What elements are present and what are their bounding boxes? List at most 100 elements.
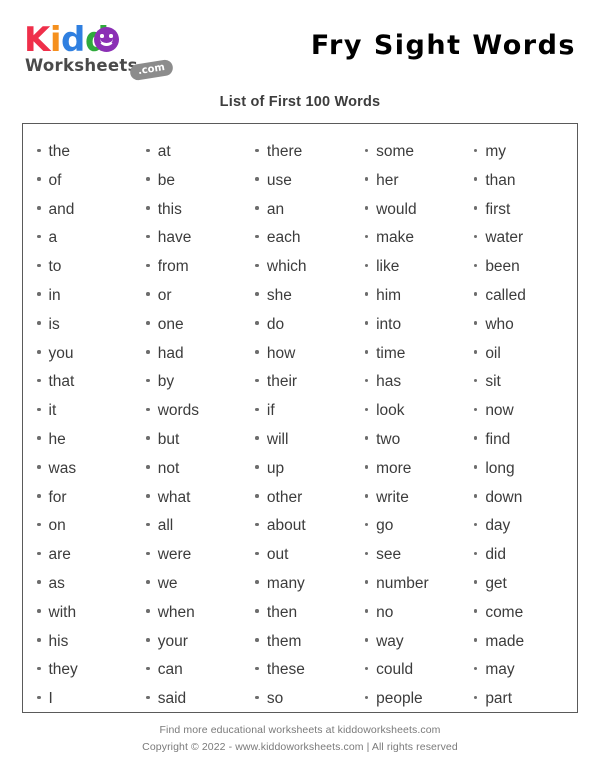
bullet-icon: [146, 580, 150, 584]
page-footer: Find more educational worksheets at kidd…: [0, 722, 600, 756]
list-item: said: [146, 685, 245, 714]
bullet-icon: [473, 321, 478, 325]
word-text: would: [376, 200, 417, 218]
bullet-icon: [146, 263, 150, 268]
list-item: could: [364, 656, 464, 685]
bullet-icon: [255, 177, 259, 181]
bullet-icon: [37, 522, 41, 527]
word-text: of: [48, 171, 62, 189]
list-item: will: [255, 426, 354, 455]
word-text: could: [376, 661, 414, 679]
list-item: from: [146, 253, 245, 282]
list-item: look: [364, 397, 464, 426]
word-text: about: [266, 517, 306, 535]
word-text: her: [376, 171, 399, 189]
bullet-icon: [255, 350, 259, 354]
bullet-icon: [255, 695, 259, 700]
bullet-icon: [473, 666, 478, 671]
word-text: other: [266, 488, 303, 506]
bullet-icon: [364, 350, 369, 354]
list-item: go: [364, 512, 464, 541]
bullet-icon: [37, 551, 41, 556]
word-text: how: [266, 344, 296, 362]
list-item: I: [37, 685, 136, 714]
list-item: him: [364, 282, 464, 311]
list-item: about: [255, 512, 354, 541]
bullet-icon: [473, 465, 478, 469]
bullet-icon: [255, 436, 259, 440]
word-text: first: [485, 200, 511, 218]
bullet-icon: [255, 580, 259, 584]
word-text: him: [376, 286, 402, 304]
bullet-icon: [37, 666, 41, 671]
bullet-icon: [473, 234, 478, 239]
bullet-icon: [37, 263, 41, 268]
word-text: with: [48, 603, 77, 621]
word-text: them: [266, 632, 302, 650]
word-text: see: [376, 546, 402, 564]
bullet-icon: [146, 321, 150, 325]
list-item: had: [146, 340, 245, 369]
word-text: sit: [485, 373, 501, 391]
bullet-icon: [37, 350, 41, 354]
word-text: like: [376, 258, 400, 276]
bullet-icon: [146, 148, 150, 152]
word-column-2: at be this have from or one had by words…: [136, 138, 245, 707]
bullet-icon: [37, 580, 41, 584]
smiley-mouth-icon: [98, 38, 115, 46]
bullet-icon: [364, 638, 369, 642]
logo-letter-i: i: [49, 20, 62, 60]
word-text: use: [266, 171, 292, 189]
list-item: has: [364, 368, 464, 397]
word-text: my: [485, 143, 506, 160]
bullet-icon: [146, 292, 150, 296]
word-text: do: [266, 315, 285, 333]
bullet-icon: [364, 494, 369, 498]
bullet-icon: [37, 436, 41, 440]
bullet-icon: [146, 177, 150, 181]
list-item: use: [255, 167, 354, 196]
list-item: oil: [473, 340, 573, 369]
bullet-icon: [364, 234, 369, 239]
list-item: may: [473, 656, 573, 685]
word-text: was: [48, 459, 77, 477]
bullet-icon: [37, 465, 41, 469]
word-text: if: [266, 402, 275, 420]
list-item: all: [146, 512, 245, 541]
bullet-icon: [146, 206, 150, 210]
logo-letter-k: K: [24, 20, 50, 60]
list-item: day: [473, 512, 573, 541]
word-text: as: [48, 574, 65, 592]
word-text: people: [376, 690, 423, 708]
word-text: when: [157, 603, 195, 621]
bullet-icon: [255, 292, 259, 296]
list-item: her: [364, 167, 464, 196]
word-text: then: [266, 603, 298, 621]
word-text: it: [48, 402, 57, 420]
word-text: number: [376, 574, 429, 592]
word-text: find: [485, 430, 511, 448]
list-item: some: [364, 138, 464, 167]
list-item: made: [473, 628, 573, 657]
list-item: were: [146, 541, 245, 570]
bullet-icon: [146, 436, 150, 440]
word-text: by: [157, 373, 175, 391]
word-column-5: my than first water been called who oil …: [464, 138, 573, 707]
word-text: not: [157, 459, 180, 477]
list-item: by: [146, 368, 245, 397]
word-text: did: [485, 546, 506, 564]
word-text: down: [485, 488, 523, 506]
bullet-icon: [255, 321, 259, 325]
list-item: who: [473, 311, 573, 340]
word-text: for: [48, 488, 67, 506]
list-item: that: [37, 368, 136, 397]
word-text: long: [485, 459, 515, 477]
word-text: the: [48, 143, 71, 160]
list-item: not: [146, 455, 245, 484]
bullet-icon: [473, 551, 478, 556]
bullet-icon: [146, 407, 150, 412]
bullet-icon: [37, 695, 41, 700]
bullet-icon: [255, 609, 259, 613]
word-text: than: [485, 171, 516, 189]
bullet-icon: [146, 551, 150, 556]
